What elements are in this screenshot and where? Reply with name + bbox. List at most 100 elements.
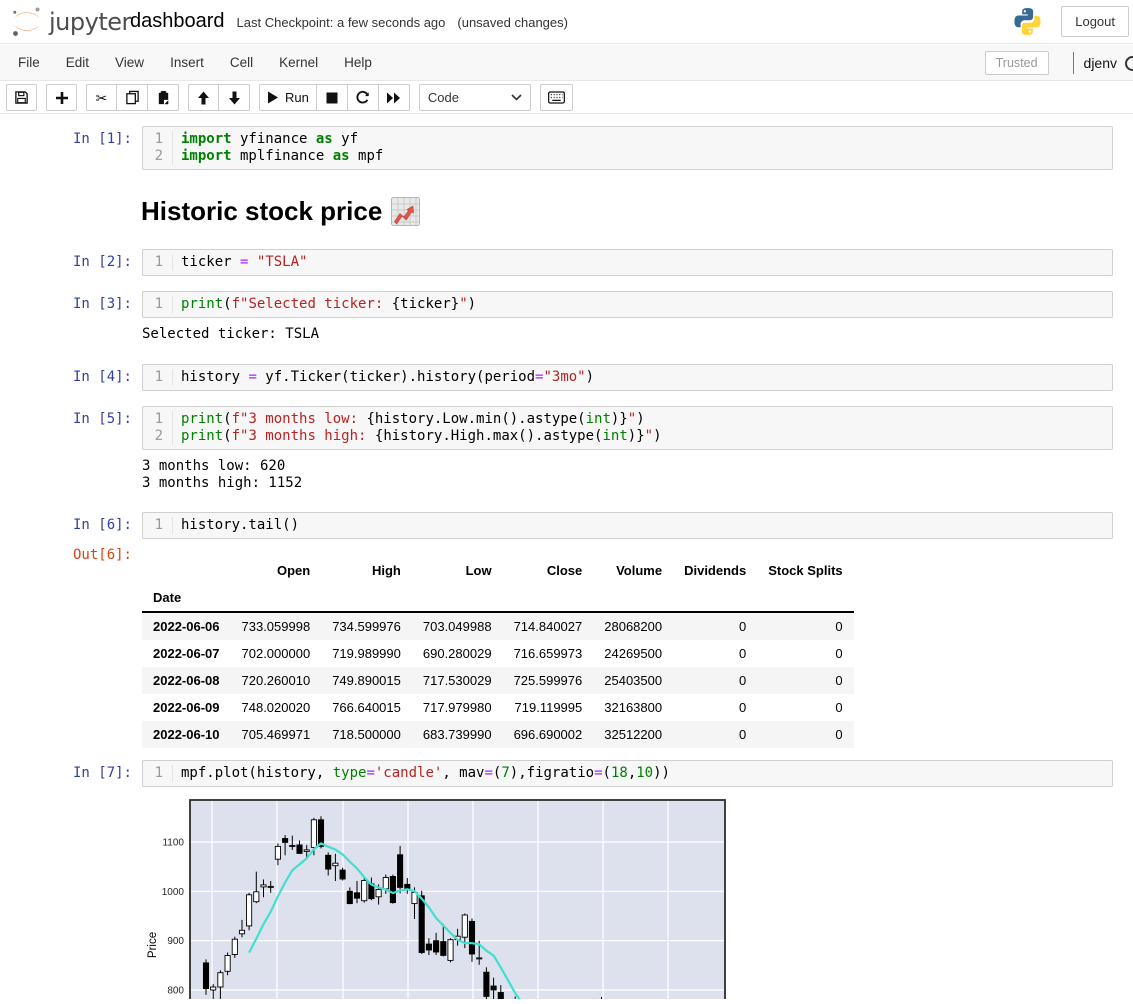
menu-items: FileEditViewInsertCellKernelHelp: [0, 45, 385, 80]
table-value-cell: 733.059998: [231, 612, 322, 640]
table-value-cell: 0: [757, 640, 853, 667]
candlestick-chart: 80090010001100Price: [145, 799, 735, 999]
menu-item-help[interactable]: Help: [331, 45, 385, 80]
move-down-button[interactable]: [219, 84, 250, 111]
line-number-gutter: 1: [143, 254, 173, 271]
jupyter-logo-text: jupyter: [49, 8, 131, 36]
code-editor[interactable]: print(f"Selected ticker: {ticker}"): [173, 296, 1112, 313]
command-palette-button[interactable]: [540, 84, 573, 111]
table-value-cell: 0: [757, 721, 853, 748]
output-prompt: Out[6]:: [0, 547, 132, 564]
table-corner-cell: [142, 557, 231, 584]
menu-item-insert[interactable]: Insert: [157, 45, 217, 80]
table-column-header: Low: [412, 557, 503, 584]
table-value-cell: 702.000000: [231, 640, 322, 667]
chart-output: 80090010001100Price: [145, 799, 735, 1004]
restart-run-all-button[interactable]: [379, 84, 410, 111]
menu-item-edit[interactable]: Edit: [53, 45, 102, 80]
code-editor[interactable]: import yfinance as yfimport mplfinance a…: [173, 131, 1112, 165]
cut-button[interactable]: ✂: [86, 84, 117, 111]
fast-forward-icon: [386, 92, 401, 104]
code-cell: In [3]: 1print(f"Selected ticker: {ticker…: [0, 291, 1133, 318]
table-value-cell: 28068200: [593, 612, 673, 640]
stop-button[interactable]: [317, 84, 348, 111]
table-value-cell: 716.659973: [503, 640, 594, 667]
table-date-cell: 2022-06-10: [142, 721, 231, 748]
input-prompt: In [7]:: [0, 760, 132, 782]
svg-text:1000: 1000: [162, 887, 185, 898]
arrow-up-icon: [197, 91, 210, 105]
menu-item-file[interactable]: File: [5, 45, 53, 80]
code-editor[interactable]: history = yf.Ticker(ticker).history(peri…: [173, 369, 1112, 386]
cell-input-box: 1print(f"Selected ticker: {ticker}"): [142, 291, 1113, 318]
notebook: In [1]:12import yfinance as yfimport mpl…: [0, 0, 1133, 999]
notebook-header: jupyter dashboard Last Checkpoint: a few…: [0, 0, 1133, 44]
insert-cell-button[interactable]: [46, 84, 77, 111]
header-right: Logout: [1012, 6, 1129, 37]
line-number-gutter: 1: [143, 369, 173, 386]
python-logo-icon: [1012, 6, 1043, 37]
menu-item-view[interactable]: View: [102, 45, 157, 80]
notebook-title[interactable]: dashboard: [130, 10, 225, 33]
restart-kernel-button[interactable]: [348, 84, 379, 111]
code-editor[interactable]: mpf.plot(history, type='candle', mav=(7)…: [173, 765, 1112, 782]
code-cell: In [4]: 1history = yf.Ticker(ticker).hist…: [0, 364, 1133, 391]
code-cell: In [5]: 12print(f"3 months low: {history.…: [0, 406, 1133, 450]
table-value-cell: 0: [757, 667, 853, 694]
save-icon: [14, 90, 29, 105]
table-value-cell: 749.890015: [321, 667, 412, 694]
kernel-status-icon: [1125, 56, 1133, 71]
code-editor[interactable]: history.tail(): [173, 517, 1112, 534]
code-cell: In [1]:12import yfinance as yfimport mpl…: [0, 126, 1133, 170]
table-row: 2022-06-10705.469971718.500000683.739990…: [142, 721, 854, 748]
line-number-gutter: 12: [143, 411, 173, 445]
title-area: dashboard Last Checkpoint: a few seconds…: [130, 10, 568, 33]
table-column-header: High: [321, 557, 412, 584]
table-date-cell: 2022-06-06: [142, 612, 231, 640]
line-number-gutter: 1: [143, 517, 173, 534]
cell-type-select[interactable]: Code: [419, 84, 531, 111]
table-date-cell: 2022-06-07: [142, 640, 231, 667]
jupyter-logo[interactable]: jupyter: [10, 5, 131, 39]
code-editor[interactable]: ticker = "TSLA": [173, 254, 1112, 271]
cell-output-text: 3 months low: 6203 months high: 1152: [142, 458, 302, 492]
svg-text:Price: Price: [147, 932, 159, 958]
input-prompt: In [5]:: [0, 406, 132, 428]
table-row: 2022-06-06733.059998734.599976703.049988…: [142, 612, 854, 640]
copy-icon: [125, 90, 140, 105]
table-value-cell: 734.599976: [321, 612, 412, 640]
input-prompt: In [4]:: [0, 364, 132, 386]
move-up-button[interactable]: [188, 84, 219, 111]
table-value-cell: 720.260010: [231, 667, 322, 694]
table-value-cell: 683.739990: [412, 721, 503, 748]
menu-bar: FileEditViewInsertCellKernelHelp Trusted…: [0, 45, 1133, 81]
input-prompt: In [2]:: [0, 249, 132, 271]
table-value-cell: 0: [673, 612, 757, 640]
save-button[interactable]: [6, 84, 37, 111]
cell-output-text: Selected ticker: TSLA: [142, 326, 319, 343]
table-value-cell: 717.530029: [412, 667, 503, 694]
markdown-heading: Historic stock price: [141, 196, 420, 227]
paste-button[interactable]: [148, 84, 179, 111]
code-cell: In [6]:1history.tail(): [0, 512, 1133, 539]
table-value-cell: 0: [673, 721, 757, 748]
menu-item-cell[interactable]: Cell: [217, 45, 266, 80]
table-column-header: Dividends: [673, 557, 757, 584]
trusted-badge[interactable]: Trusted: [985, 51, 1049, 75]
code-cell: In [2]: 1ticker = "TSLA": [0, 249, 1133, 276]
line-number-gutter: 12: [143, 131, 173, 165]
menu-item-kernel[interactable]: Kernel: [266, 45, 331, 80]
play-icon: [267, 91, 279, 104]
table-value-cell: 696.690002: [503, 721, 594, 748]
code-editor[interactable]: print(f"3 months low: {history.Low.min()…: [173, 411, 1112, 445]
cell-input-box: 1ticker = "TSLA": [142, 249, 1113, 276]
table-value-cell: 0: [673, 694, 757, 721]
copy-button[interactable]: [117, 84, 148, 111]
scissors-icon: ✂: [96, 91, 108, 105]
table-value-cell: 717.979980: [412, 694, 503, 721]
input-prompt: In [3]:: [0, 291, 132, 313]
run-button[interactable]: Run: [259, 84, 317, 111]
logout-button[interactable]: Logout: [1061, 6, 1129, 37]
table-value-cell: 32163800: [593, 694, 673, 721]
table-date-cell: 2022-06-09: [142, 694, 231, 721]
